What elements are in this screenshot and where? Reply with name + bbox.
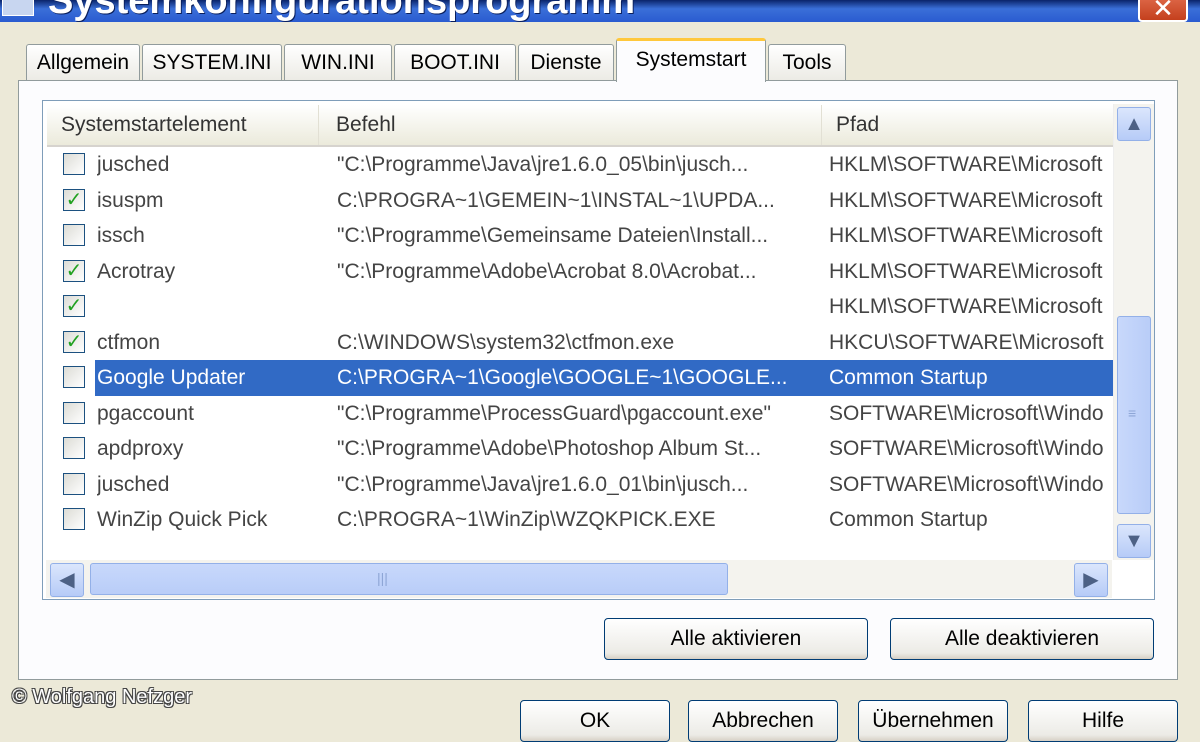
row-element-name: isuspm: [97, 188, 164, 212]
row-path: Common Startup: [829, 366, 988, 389]
row-command: "C:\Programme\Java\jre1.6.0_05\bin\jusch…: [337, 153, 749, 176]
scroll-right-button[interactable]: ▶: [1074, 563, 1108, 597]
row-path: HKCU\SOFTWARE\Microsoft: [829, 330, 1104, 354]
row-command: "C:\Programme\Gemeinsame Dateien\Install…: [337, 224, 769, 247]
startup-checkbox[interactable]: ✓: [63, 330, 85, 353]
list-row[interactable]: apdproxy "C:\Programme\Adobe\Photoshop Al…: [47, 431, 1113, 467]
horizontal-scrollbar[interactable]: ◀ ||| ▶: [46, 560, 1112, 598]
list-header: Systemstartelement Befehl Pfad: [47, 105, 1113, 147]
tab-allgemein[interactable]: Allgemein: [26, 44, 140, 80]
title-bar: Systemkonfigurationsprogramm ✕: [0, 0, 1200, 22]
horizontal-scroll-thumb[interactable]: |||: [90, 563, 728, 595]
list-row[interactable]: jusched "C:\Programme\Java\jre1.6.0_05\bi…: [47, 147, 1113, 183]
tab-dienste[interactable]: Dienste: [518, 44, 614, 80]
row-command: "C:\Programme\ProcessGuard\pgaccount.exe…: [337, 401, 771, 425]
cancel-button[interactable]: Abbrechen: [688, 700, 838, 742]
startup-list[interactable]: Systemstartelement Befehl Pfad jusched "C…: [42, 100, 1155, 600]
row-element-name: pgaccount: [97, 401, 194, 425]
list-row[interactable]: issch "C:\Programme\Gemeinsame Dateien\In…: [47, 218, 1113, 254]
list-row[interactable]: ✓ ctfmon C:\WINDOWS\system32\ctfmon.exe HKC…: [47, 325, 1113, 361]
row-command: C:\PROGRA~1\WinZip\WZQKPICK.EXE: [337, 508, 716, 531]
row-element-name: WinZip Quick Pick: [97, 508, 268, 531]
row-element-name: jusched: [97, 472, 170, 496]
app-icon: [2, 0, 34, 16]
row-command: "C:\Programme\Adobe\Photoshop Album St..…: [337, 437, 762, 460]
startup-checkbox[interactable]: [63, 472, 85, 495]
scroll-down-button[interactable]: ▼: [1117, 524, 1151, 558]
row-element-name: Acrotray: [97, 259, 176, 283]
list-row[interactable]: ✓ Acrotray "C:\Programme\Adobe\Acrobat 8.0…: [47, 254, 1113, 290]
row-path: HKLM\SOFTWARE\Microsoft: [829, 295, 1103, 318]
row-command: C:\PROGRA~1\GEMEIN~1\INSTAL~1\UPDA...: [337, 188, 775, 212]
grip-icon: ≡: [1128, 405, 1137, 421]
row-command: "C:\Programme\Adobe\Acrobat 8.0\Acrobat.…: [337, 259, 757, 283]
startup-checkbox[interactable]: [63, 224, 85, 246]
row-path: HKLM\SOFTWARE\Microsoft: [829, 224, 1103, 247]
ok-button[interactable]: OK: [520, 700, 670, 742]
tab-win-ini[interactable]: WIN.INI: [284, 44, 392, 80]
startup-checkbox[interactable]: [63, 437, 85, 459]
row-path: HKLM\SOFTWARE\Microsoft: [829, 259, 1103, 283]
list-row[interactable]: ✓ HKLM\SOFTWARE\Microsoft: [47, 289, 1113, 325]
column-header-path[interactable]: Pfad: [822, 105, 1113, 145]
scroll-left-button[interactable]: ◀: [50, 563, 84, 597]
row-path: SOFTWARE\Microsoft\Windo: [829, 472, 1104, 496]
tab-system-ini[interactable]: SYSTEM.INI: [142, 44, 282, 80]
list-row[interactable]: WinZip Quick Pick C:\PROGRA~1\WinZip\WZQK…: [47, 502, 1113, 538]
list-row[interactable]: ✓ isuspm C:\PROGRA~1\GEMEIN~1\INSTAL~1\UPD…: [47, 183, 1113, 219]
list-row[interactable]: Google Updater C:\PROGRA~1\Google\GOOGLE~…: [47, 360, 1113, 396]
startup-checkbox[interactable]: [63, 153, 85, 175]
startup-checkbox[interactable]: ✓: [63, 188, 85, 211]
copyright-watermark: © Wolfgang Nefzger: [12, 686, 193, 708]
row-element-name: issch: [97, 224, 145, 247]
row-path: SOFTWARE\Microsoft\Windo: [829, 401, 1104, 425]
list-row[interactable]: jusched "C:\Programme\Java\jre1.6.0_01\bi…: [47, 467, 1113, 503]
startup-checkbox[interactable]: ✓: [63, 259, 85, 282]
scroll-up-button[interactable]: ▲: [1117, 107, 1151, 141]
list-rows: jusched "C:\Programme\Java\jre1.6.0_05\bi…: [47, 147, 1113, 538]
tab-systemstart[interactable]: Systemstart: [616, 38, 766, 82]
vertical-scrollbar[interactable]: ▲ ≡ ▼: [1113, 104, 1154, 560]
row-element-name: [97, 289, 327, 325]
row-path: HKLM\SOFTWARE\Microsoft: [829, 188, 1103, 212]
row-path: SOFTWARE\Microsoft\Windo: [829, 437, 1104, 460]
apply-button[interactable]: Übernehmen: [858, 700, 1008, 742]
row-element-name: ctfmon: [97, 330, 161, 354]
startup-checkbox[interactable]: [63, 401, 85, 424]
tab-boot-ini[interactable]: BOOT.INI: [394, 44, 516, 80]
grip-icon: |||: [377, 570, 388, 586]
row-path: Common Startup: [829, 508, 988, 531]
column-header-command[interactable]: Befehl: [322, 105, 822, 145]
close-button[interactable]: ✕: [1138, 0, 1188, 22]
row-command: C:\PROGRA~1\Google\GOOGLE~1\GOOGLE...: [337, 366, 788, 389]
tab-tools[interactable]: Tools: [768, 44, 846, 80]
row-element-name: jusched: [97, 153, 170, 176]
row-path: HKLM\SOFTWARE\Microsoft: [829, 153, 1103, 176]
startup-checkbox[interactable]: [63, 508, 85, 530]
enable-all-button[interactable]: Alle aktivieren: [604, 618, 868, 660]
row-command: "C:\Programme\Java\jre1.6.0_01\bin\jusch…: [337, 472, 749, 496]
column-header-element[interactable]: Systemstartelement: [47, 105, 319, 145]
row-command: [337, 289, 807, 325]
help-button[interactable]: Hilfe: [1028, 700, 1178, 742]
disable-all-button[interactable]: Alle deaktivieren: [890, 618, 1154, 660]
row-element-name: Google Updater: [97, 366, 246, 389]
startup-checkbox[interactable]: [63, 366, 85, 388]
startup-checkbox[interactable]: ✓: [63, 295, 85, 317]
list-row[interactable]: pgaccount "C:\Programme\ProcessGuard\pgac…: [47, 396, 1113, 432]
vertical-scroll-thumb[interactable]: ≡: [1117, 316, 1151, 514]
row-command: C:\WINDOWS\system32\ctfmon.exe: [337, 330, 675, 354]
row-element-name: apdproxy: [97, 437, 184, 460]
window-title: Systemkonfigurationsprogramm: [48, 0, 635, 22]
